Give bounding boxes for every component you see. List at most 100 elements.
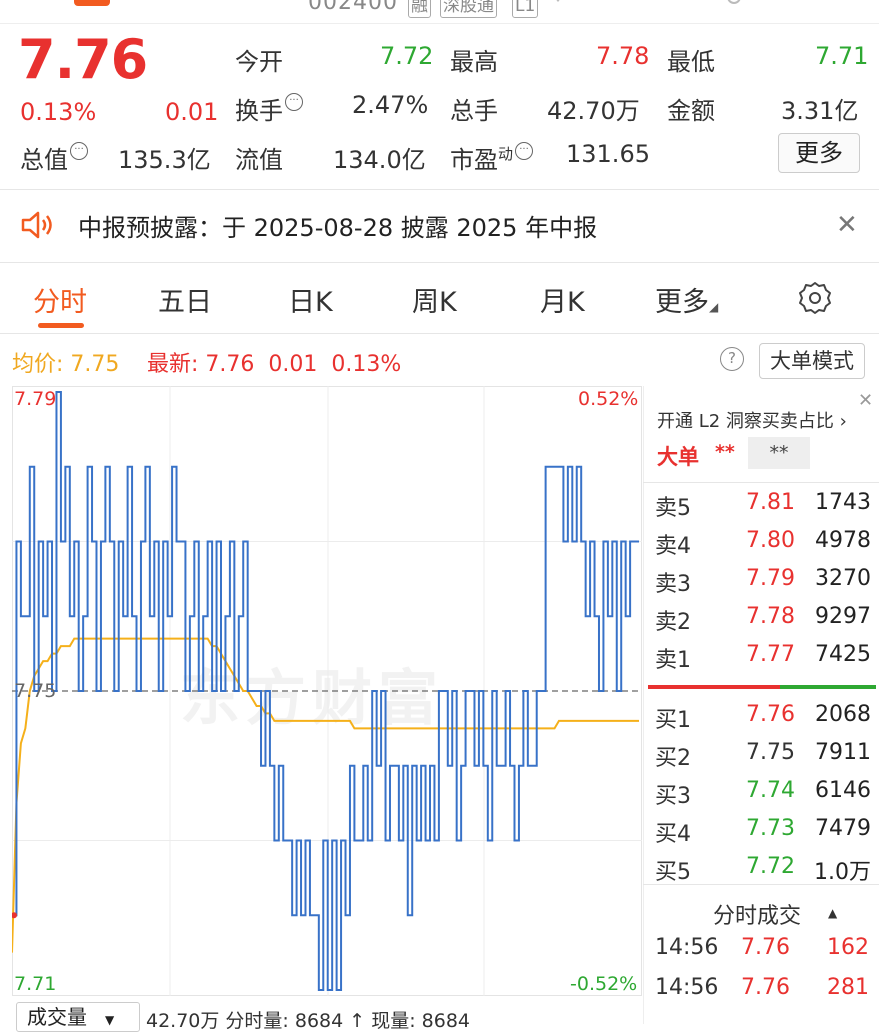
big-order-mode-button[interactable]: 大单模式 [759, 343, 865, 379]
value-high: 7.78 [596, 42, 650, 70]
tab-five-day[interactable]: 五日 [158, 280, 212, 319]
tab-monthly-k[interactable]: 月K [540, 280, 585, 319]
intraday-chart[interactable] [12, 386, 642, 996]
big-order-sell: ** [748, 437, 810, 469]
caret-icon: ◢ [709, 300, 719, 314]
buy-level-row[interactable]: 买1 7.76 2068 [655, 702, 875, 738]
label-float-value: 流值 [235, 146, 283, 174]
value-total-value: 135.3亿 [118, 146, 211, 174]
value-low: 7.71 [815, 42, 869, 70]
trade-row: 14:56 7.76 162 [655, 935, 875, 971]
level-label: 买3 [655, 784, 691, 809]
chevron-down-icon: ▼ [105, 1013, 115, 1027]
level-price: 7.72 [746, 854, 795, 879]
tab-intraday[interactable]: 分时 [33, 280, 87, 319]
level-label: 卖2 [655, 610, 691, 635]
level-label: 卖3 [655, 572, 691, 597]
level-label: 买5 [655, 860, 691, 885]
level-price: 7.81 [746, 490, 795, 515]
close-icon[interactable]: ✕ [836, 210, 858, 240]
tab-more[interactable]: 更多◢ [655, 280, 718, 319]
notice-text[interactable]: 中报预披露：于 2025-08-28 披露 2025 年中报 [78, 208, 597, 243]
label-open: 今开 [235, 48, 283, 76]
value-turnover: 2.47% [352, 91, 429, 119]
tag-margin: 融 [408, 0, 431, 18]
sell-level-row[interactable]: 卖1 7.77 7425 [655, 642, 875, 678]
tag-level: L1 [512, 0, 539, 18]
top-header-strip: 002400 融 深股通 L1 [0, 0, 879, 24]
tab-active-indicator [38, 323, 84, 328]
value-float-value: 134.0亿 [333, 146, 426, 174]
help-icon[interactable]: ? [720, 347, 744, 371]
level-volume: 7425 [815, 642, 871, 667]
stock-code: 002400 [308, 0, 398, 15]
buy-level-row[interactable]: 买2 7.75 7911 [655, 740, 875, 776]
l2-promo-link[interactable]: 开通 L2 洞察买卖占比 › [657, 407, 847, 433]
app-logo [74, 0, 110, 6]
tag-connect: 深股通 [440, 0, 497, 18]
level-price: 7.77 [746, 642, 795, 667]
search-icon[interactable] [727, 0, 741, 4]
label-total-value: 总值 ··· [20, 140, 88, 175]
sell-level-row[interactable]: 卖5 7.81 1743 [655, 490, 875, 526]
level-volume: 1.0万 [814, 860, 871, 885]
level-volume: 6146 [815, 778, 871, 803]
label-high: 最高 [450, 48, 498, 76]
level-label: 买2 [655, 746, 691, 771]
level-volume: 2068 [815, 702, 871, 727]
change-amount: 0.01 [165, 98, 219, 126]
buy-level-row[interactable]: 买3 7.74 6146 [655, 778, 875, 814]
gear-icon[interactable] [797, 280, 833, 316]
trade-price: 7.76 [741, 935, 790, 960]
level-price: 7.73 [746, 816, 795, 841]
buy-level-row[interactable]: 买4 7.73 7479 [655, 816, 875, 852]
y-tick-top: 7.79 [14, 388, 57, 410]
trade-row: 14:56 7.76 281 [655, 975, 875, 1011]
current-price: 7.76 [18, 28, 148, 91]
label-low: 最低 [667, 48, 715, 76]
level-label: 卖5 [655, 496, 691, 521]
y-tick-bottom: 7.71 [14, 973, 57, 995]
pct-tick-top: 0.52% [578, 388, 639, 410]
more-dots-icon[interactable]: ··· [285, 93, 303, 111]
level-label: 卖4 [655, 534, 691, 559]
level-volume: 1743 [815, 490, 871, 515]
level-label: 卖1 [655, 648, 691, 673]
more-dots-icon[interactable]: ··· [515, 142, 534, 160]
chevron-down-icon[interactable] [550, 0, 566, 2]
big-order-label: 大单 [657, 445, 699, 469]
level-price: 7.75 [746, 740, 795, 765]
label-volume: 总手 [450, 97, 498, 125]
level-label: 买4 [655, 822, 691, 847]
label-pe: 市盈动 ··· [450, 140, 534, 175]
trades-title[interactable]: 分时成交 [713, 898, 801, 930]
level-volume: 7911 [815, 740, 871, 765]
caret-up-icon[interactable]: ▲ [828, 906, 837, 920]
close-icon[interactable]: ✕ [858, 390, 873, 411]
level-volume: 4978 [815, 528, 871, 553]
value-open: 7.72 [380, 42, 434, 70]
tab-daily-k[interactable]: 日K [288, 280, 333, 319]
trade-time: 14:56 [655, 935, 719, 960]
label-amount: 金额 [667, 97, 715, 125]
y-tick-mid: 7.75 [14, 680, 57, 702]
level-price: 7.74 [746, 778, 795, 803]
level-volume: 3270 [815, 566, 871, 591]
value-volume: 42.70万 [547, 97, 640, 125]
level-price: 7.78 [746, 604, 795, 629]
label-turnover: 换手 ··· [235, 91, 303, 126]
level-price: 7.76 [746, 702, 795, 727]
sell-ratio-bar [780, 685, 876, 689]
level-volume: 9297 [815, 604, 871, 629]
avg-price: 均价: 7.75 [12, 352, 120, 377]
sell-level-row[interactable]: 卖4 7.80 4978 [655, 528, 875, 564]
indicator-select[interactable]: 成交量 ▼ [16, 1002, 140, 1032]
level-volume: 7479 [815, 816, 871, 841]
more-quote-button[interactable]: 更多 [778, 133, 860, 173]
speaker-icon [21, 211, 52, 239]
tab-weekly-k[interactable]: 周K [412, 280, 457, 319]
sell-level-row[interactable]: 卖2 7.78 9297 [655, 604, 875, 640]
trade-time: 14:56 [655, 975, 719, 1000]
more-dots-icon[interactable]: ··· [70, 142, 88, 160]
sell-level-row[interactable]: 卖3 7.79 3270 [655, 566, 875, 602]
